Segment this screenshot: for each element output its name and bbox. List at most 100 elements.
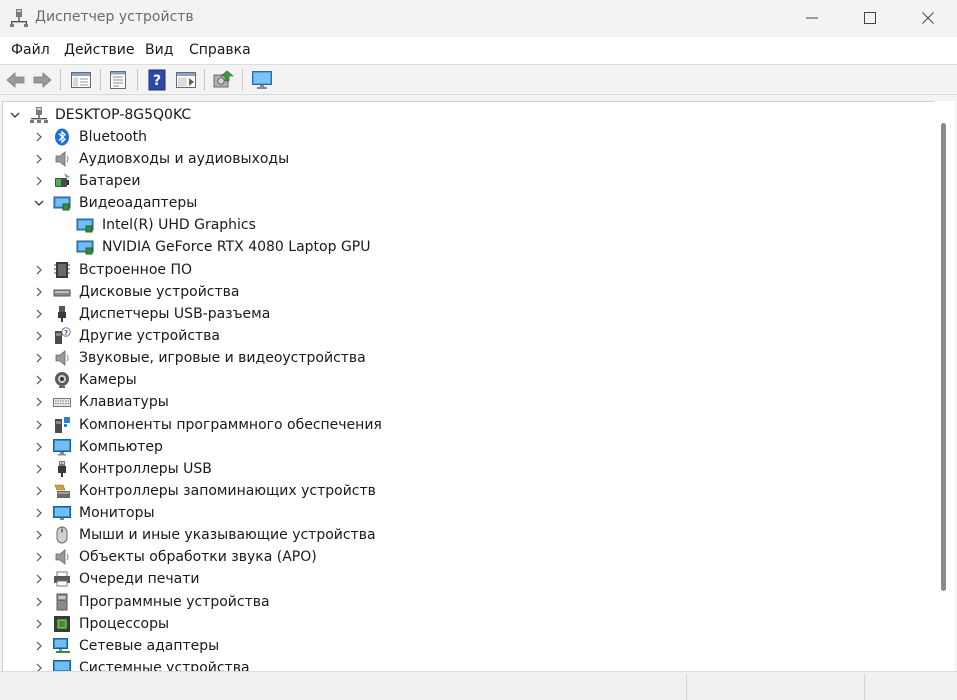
menu-view[interactable]: Вид — [145, 42, 173, 58]
keyboard-icon — [53, 398, 71, 407]
chevron-right-icon[interactable] — [33, 551, 45, 563]
close-button[interactable] — [899, 0, 957, 36]
toolbar: ? — [0, 65, 957, 95]
back-button[interactable] — [4, 68, 28, 92]
chevron-right-icon[interactable] — [33, 596, 45, 608]
maximize-icon — [864, 12, 876, 24]
chevron-right-icon[interactable] — [33, 485, 45, 497]
chevron-right-icon[interactable] — [33, 419, 45, 431]
tree-child-nvidia-rtx[interactable]: NVIDIA GeForce RTX 4080 Laptop GPU — [3, 236, 935, 258]
chevron-right-icon[interactable] — [33, 374, 45, 386]
tree-item-label: Процессоры — [79, 616, 170, 632]
status-separator — [686, 674, 687, 700]
chevron-right-icon[interactable] — [33, 529, 45, 541]
tree-item-keyboards[interactable]: Клавиатуры — [3, 391, 935, 413]
bluetooth-icon — [55, 128, 69, 146]
tree-item-network-adapters[interactable]: Сетевые адаптеры — [3, 635, 935, 657]
tree-item-display-adapters[interactable]: Видеоадаптеры — [3, 192, 935, 214]
forward-button[interactable] — [30, 68, 54, 92]
tree-item-mice[interactable]: Мыши и иные указывающие устройства — [3, 524, 935, 546]
device-tree-panel: DESKTOP-8G5Q0KC Bluetooth Аудиовходы и а… — [2, 101, 936, 673]
tree-root-desktop[interactable]: DESKTOP-8G5Q0KC — [3, 104, 935, 126]
minimize-button[interactable] — [783, 0, 841, 36]
display-adapter-icon — [76, 240, 94, 255]
chevron-down-icon[interactable] — [9, 109, 21, 121]
tree-item-print-queues[interactable]: Очереди печати — [3, 568, 935, 590]
tree-child-intel-uhd[interactable]: Intel(R) UHD Graphics — [3, 214, 935, 236]
chevron-right-icon[interactable] — [33, 573, 45, 585]
chevron-right-icon[interactable] — [33, 352, 45, 364]
tree-item-audio-io[interactable]: Аудиовходы и аудиовыходы — [3, 148, 935, 170]
tree-item-other-devices[interactable]: ? Другие устройства — [3, 325, 935, 347]
menu-file[interactable]: Файл — [11, 42, 50, 58]
chevron-right-icon[interactable] — [33, 330, 45, 342]
vertical-scrollbar[interactable] — [935, 101, 955, 671]
tree-item-software-components[interactable]: Компоненты программного обеспечения — [3, 414, 935, 436]
processor-icon — [54, 616, 70, 632]
tree-item-usb-controllers[interactable]: Контроллеры USB — [3, 458, 935, 480]
tree-item-storage-controllers[interactable]: Контроллеры запоминающих устройств — [3, 480, 935, 502]
chevron-right-icon[interactable] — [33, 507, 45, 519]
tree-item-label: Камеры — [79, 372, 137, 388]
tree-item-cameras[interactable]: Камеры — [3, 369, 935, 391]
mouse-icon — [56, 526, 68, 544]
tree-child-label: Intel(R) UHD Graphics — [102, 217, 256, 233]
chevron-right-icon[interactable] — [33, 463, 45, 475]
tree-item-label: Контроллеры USB — [79, 461, 212, 477]
tree-item-software-devices[interactable]: Программные устройства — [3, 591, 935, 613]
tree-item-label: Диспетчеры USB-разъема — [79, 306, 271, 322]
tree-item-sound-video-game[interactable]: Звуковые, игровые и видеоустройства — [3, 347, 935, 369]
maximize-button[interactable] — [841, 0, 899, 36]
tree-item-usb-connector-managers[interactable]: Диспетчеры USB-разъема — [3, 303, 935, 325]
menu-help[interactable]: Справка — [189, 42, 251, 58]
tree-item-batteries[interactable]: Батареи — [3, 170, 935, 192]
software-device-icon — [56, 593, 68, 611]
update-driver-button[interactable] — [174, 68, 198, 92]
chevron-down-icon[interactable] — [33, 197, 45, 209]
tree-item-label: Компьютер — [79, 439, 163, 455]
software-component-icon — [55, 417, 70, 433]
usb-connector-icon — [58, 306, 66, 322]
show-hide-tree-button[interactable] — [69, 68, 93, 92]
device-manager-icon — [10, 8, 28, 28]
computer-tower-icon — [30, 107, 48, 123]
chevron-right-icon[interactable] — [33, 131, 45, 143]
tree-item-label: Другие устройства — [79, 328, 220, 344]
toolbar-separator — [242, 69, 243, 91]
chevron-right-icon[interactable] — [33, 618, 45, 630]
chevron-right-icon[interactable] — [33, 175, 45, 187]
tree-item-computer[interactable]: Компьютер — [3, 436, 935, 458]
minimize-icon — [806, 17, 818, 19]
chevron-right-icon[interactable] — [33, 286, 45, 298]
status-separator — [864, 674, 865, 700]
speaker-icon — [55, 549, 69, 565]
svg-text:?: ? — [64, 329, 68, 337]
tree-item-label: Программные устройства — [79, 594, 270, 610]
scan-hardware-button[interactable] — [211, 68, 235, 92]
tree-item-label: Дисковые устройства — [79, 284, 240, 300]
show-computer-button[interactable] — [250, 68, 274, 92]
chevron-right-icon[interactable] — [33, 640, 45, 652]
tree-item-firmware[interactable]: Встроенное ПО — [3, 259, 935, 281]
tree-item-label: Компоненты программного обеспечения — [79, 417, 382, 433]
toolbar-separator — [137, 69, 138, 91]
help-button[interactable]: ? — [145, 68, 169, 92]
tree-child-label: NVIDIA GeForce RTX 4080 Laptop GPU — [102, 239, 371, 255]
tree-item-apo[interactable]: Объекты обработки звука (APO) — [3, 546, 935, 568]
tree-item-processors[interactable]: Процессоры — [3, 613, 935, 635]
toolbar-separator — [60, 69, 61, 91]
chevron-right-icon[interactable] — [33, 153, 45, 165]
tree-item-bluetooth[interactable]: Bluetooth — [3, 126, 935, 148]
window-title: Диспетчер устройств — [35, 9, 194, 25]
scrollbar-thumb[interactable] — [941, 123, 946, 591]
chevron-right-icon[interactable] — [33, 264, 45, 276]
firmware-icon — [54, 262, 70, 278]
tree-item-monitors[interactable]: Мониторы — [3, 502, 935, 524]
properties-button[interactable] — [106, 68, 130, 92]
tree-item-disk-drives[interactable]: Дисковые устройства — [3, 281, 935, 303]
chevron-right-icon[interactable] — [33, 396, 45, 408]
title-bar: Диспетчер устройств — [0, 0, 957, 36]
menu-action[interactable]: Действие — [64, 42, 134, 58]
chevron-right-icon[interactable] — [33, 308, 45, 320]
chevron-right-icon[interactable] — [33, 441, 45, 453]
